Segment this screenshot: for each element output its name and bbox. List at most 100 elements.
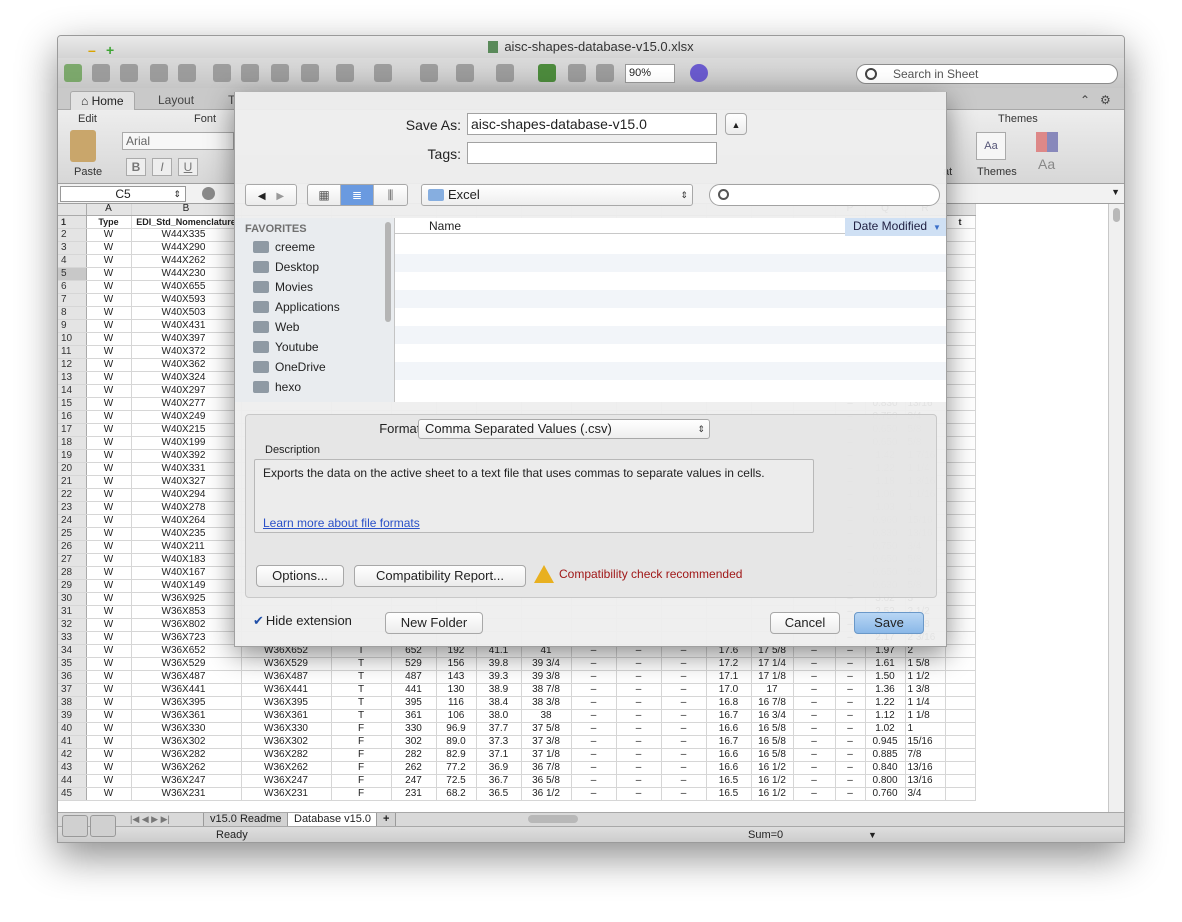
cell[interactable]: – bbox=[835, 657, 866, 671]
cell[interactable] bbox=[945, 410, 976, 424]
cell[interactable]: – bbox=[661, 774, 707, 788]
cell[interactable] bbox=[945, 787, 976, 801]
cell[interactable]: – bbox=[793, 670, 836, 684]
cell[interactable]: W36X330 bbox=[241, 722, 332, 736]
row-header[interactable]: 10 bbox=[58, 332, 87, 346]
filter-icon[interactable] bbox=[496, 64, 514, 82]
row-header[interactable]: 22 bbox=[58, 488, 87, 502]
cell[interactable] bbox=[945, 332, 976, 346]
cell[interactable]: 36.5 bbox=[476, 787, 522, 801]
cell[interactable] bbox=[945, 527, 976, 541]
cell[interactable]: W36X395 bbox=[241, 696, 332, 710]
cell[interactable]: W36X395 bbox=[131, 696, 242, 710]
cell[interactable]: W40X655 bbox=[131, 280, 242, 294]
cell[interactable]: – bbox=[793, 696, 836, 710]
cell[interactable]: – bbox=[793, 761, 836, 775]
cell[interactable]: 156 bbox=[436, 657, 477, 671]
cell[interactable]: F bbox=[331, 774, 392, 788]
cell[interactable]: W bbox=[86, 280, 132, 294]
cell[interactable]: W bbox=[86, 696, 132, 710]
save-icon[interactable] bbox=[150, 64, 168, 82]
icon-view-icon[interactable]: ▦ bbox=[308, 185, 341, 205]
formula-dropdown-icon[interactable]: ▼ bbox=[1111, 187, 1120, 197]
sidebar-item-hexo[interactable]: hexo bbox=[253, 378, 301, 396]
cell[interactable] bbox=[945, 579, 976, 593]
cell[interactable]: W36X262 bbox=[131, 761, 242, 775]
cell[interactable] bbox=[945, 540, 976, 554]
cell[interactable]: F bbox=[331, 722, 392, 736]
cell[interactable]: W bbox=[86, 787, 132, 801]
cell[interactable] bbox=[945, 397, 976, 411]
cell[interactable]: – bbox=[661, 670, 707, 684]
cell[interactable]: 16.7 bbox=[706, 709, 752, 723]
cell[interactable]: – bbox=[661, 735, 707, 749]
page-layout-view-button[interactable] bbox=[90, 815, 116, 837]
column-header[interactable]: A bbox=[86, 204, 132, 216]
cell[interactable]: – bbox=[616, 722, 662, 736]
cell[interactable]: W36X247 bbox=[131, 774, 242, 788]
cell[interactable]: 106 bbox=[436, 709, 477, 723]
cell[interactable]: 1.50 bbox=[865, 670, 906, 684]
cell[interactable]: W bbox=[86, 436, 132, 450]
cell[interactable]: 37 1/8 bbox=[521, 748, 572, 762]
cell[interactable]: W36X441 bbox=[131, 683, 242, 697]
cell[interactable]: 36 5/8 bbox=[521, 774, 572, 788]
cell[interactable]: W bbox=[86, 735, 132, 749]
cell[interactable]: W36X441 bbox=[241, 683, 332, 697]
cell[interactable]: 17 1/8 bbox=[751, 670, 794, 684]
back-icon[interactable]: ◀ bbox=[258, 191, 266, 202]
cell[interactable]: – bbox=[835, 735, 866, 749]
sidebar-scrollbar[interactable] bbox=[385, 222, 391, 322]
cell[interactable]: W36X723 bbox=[131, 631, 242, 645]
cell[interactable]: 282 bbox=[391, 748, 437, 762]
cell[interactable]: 1.61 bbox=[865, 657, 906, 671]
cell[interactable] bbox=[945, 475, 976, 489]
cell[interactable]: 36 1/2 bbox=[521, 787, 572, 801]
cell[interactable]: – bbox=[793, 722, 836, 736]
cell[interactable]: W40X362 bbox=[131, 358, 242, 372]
cell[interactable]: – bbox=[661, 787, 707, 801]
column-header[interactable] bbox=[945, 204, 976, 216]
italic-button[interactable]: I bbox=[152, 158, 172, 176]
cell[interactable]: 37.7 bbox=[476, 722, 522, 736]
cell[interactable]: 487 bbox=[391, 670, 437, 684]
row-header[interactable]: 4 bbox=[58, 254, 87, 268]
row-header[interactable]: 24 bbox=[58, 514, 87, 528]
header-cell[interactable]: t bbox=[945, 215, 976, 229]
cell[interactable]: 38 bbox=[521, 709, 572, 723]
cell[interactable]: 1.02 bbox=[865, 722, 906, 736]
cell[interactable]: – bbox=[661, 722, 707, 736]
cell[interactable]: T bbox=[331, 709, 392, 723]
cell[interactable]: F bbox=[331, 761, 392, 775]
sidebar-item-desktop[interactable]: Desktop bbox=[253, 258, 319, 276]
gallery-icon[interactable] bbox=[596, 64, 614, 82]
cell[interactable]: W36X802 bbox=[131, 618, 242, 632]
cell[interactable]: – bbox=[616, 709, 662, 723]
tab-home[interactable]: ⌂ Home bbox=[70, 91, 135, 110]
cell[interactable]: 441 bbox=[391, 683, 437, 697]
back-forward-buttons[interactable]: ◀ ▶ bbox=[245, 184, 297, 206]
paste-icon[interactable] bbox=[271, 64, 289, 82]
cell[interactable]: W bbox=[86, 579, 132, 593]
cell[interactable]: W40X431 bbox=[131, 319, 242, 333]
cell[interactable]: W bbox=[86, 332, 132, 346]
row-header[interactable]: 17 bbox=[58, 423, 87, 437]
cell[interactable]: W bbox=[86, 748, 132, 762]
cell[interactable]: – bbox=[616, 670, 662, 684]
redo-icon[interactable] bbox=[374, 64, 392, 82]
cell[interactable] bbox=[945, 514, 976, 528]
cancel-formula-icon[interactable] bbox=[202, 187, 215, 200]
row-header[interactable]: 19 bbox=[58, 449, 87, 463]
cell[interactable] bbox=[945, 761, 976, 775]
cut-icon[interactable] bbox=[213, 64, 231, 82]
cell[interactable]: W40X503 bbox=[131, 306, 242, 320]
cell[interactable]: W bbox=[86, 319, 132, 333]
cell[interactable]: – bbox=[835, 709, 866, 723]
cell[interactable]: 39.8 bbox=[476, 657, 522, 671]
cell[interactable] bbox=[945, 293, 976, 307]
cell[interactable]: – bbox=[835, 670, 866, 684]
cell[interactable]: W bbox=[86, 410, 132, 424]
cell[interactable] bbox=[945, 566, 976, 580]
cell[interactable]: 16.5 bbox=[706, 787, 752, 801]
cell[interactable]: – bbox=[661, 761, 707, 775]
